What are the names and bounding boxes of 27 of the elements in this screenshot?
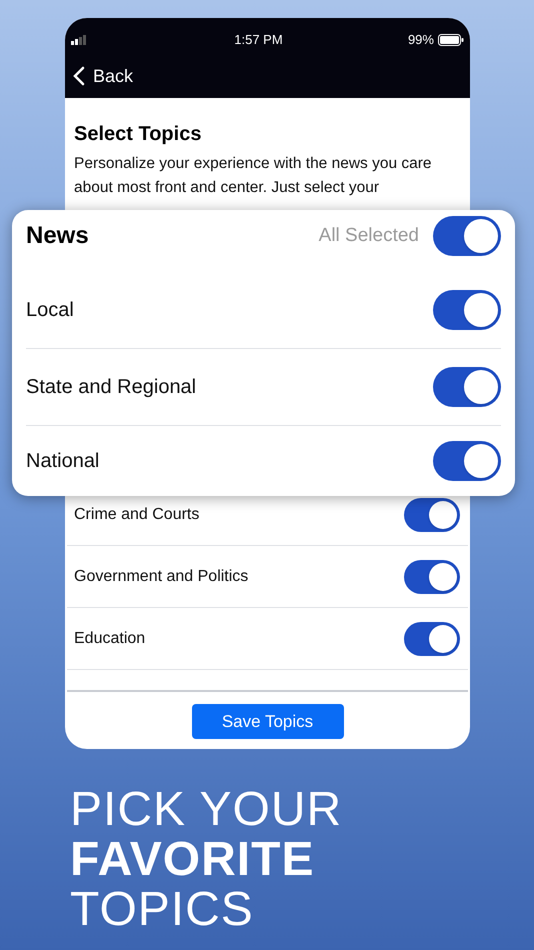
- toggle-switch[interactable]: [433, 441, 501, 481]
- save-topics-button[interactable]: Save Topics: [192, 704, 344, 739]
- back-button[interactable]: Back: [65, 62, 142, 90]
- signal-icon: [71, 35, 89, 45]
- toggle-switch[interactable]: [404, 622, 460, 656]
- page-title: Select Topics: [74, 122, 202, 147]
- headline-text: PICK YOUR: [70, 785, 342, 835]
- card-title: News: [26, 221, 89, 251]
- battery-percent: 99%: [408, 31, 434, 50]
- chevron-left-icon: [73, 66, 85, 86]
- toggle-switch[interactable]: [433, 367, 501, 407]
- description-text: Personalize your experience with the news you care about most front and center. Just select your: [74, 154, 433, 198]
- topic-label: Government and Politics: [74, 566, 248, 586]
- all-selected-label: All Selected: [318, 224, 419, 248]
- toggle-switch[interactable]: [433, 290, 501, 330]
- battery-icon: [438, 34, 464, 46]
- status-time: 1:57 PM: [234, 31, 283, 50]
- topic-label: Local: [26, 298, 74, 323]
- topic-label: National: [26, 449, 100, 474]
- topic-label: Crime and Courts: [74, 504, 200, 524]
- toggle-switch[interactable]: [433, 216, 501, 256]
- toggle-switch[interactable]: [404, 498, 460, 532]
- topic-label: Education: [74, 628, 146, 648]
- headline-text: FAVORITE: [70, 835, 316, 885]
- topic-label: State and Regional: [26, 375, 196, 400]
- headline-text: TOPICS: [70, 885, 255, 935]
- toggle-switch[interactable]: [404, 560, 460, 594]
